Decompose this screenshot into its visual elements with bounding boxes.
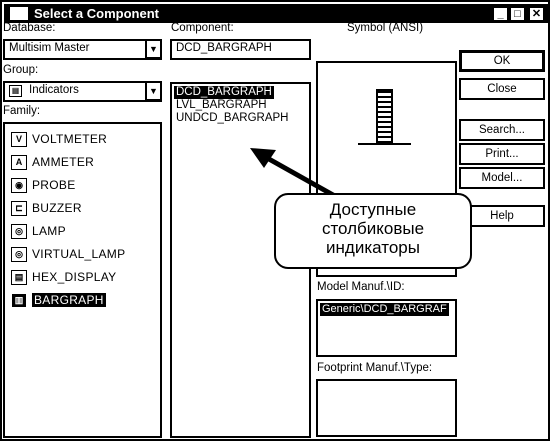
family-item-label: LAMP	[32, 224, 66, 238]
family-item-label: VIRTUAL_LAMP	[32, 247, 126, 261]
model-list[interactable]: Generic\DCD_BARGRAF	[316, 299, 457, 357]
window-title: Select a Component	[34, 6, 159, 21]
bargraph-icon: ▥	[11, 293, 27, 308]
group-value: Indicators	[29, 84, 79, 96]
family-item-label: VOLTMETER	[32, 132, 108, 146]
component-label: Component:	[171, 22, 234, 34]
hex-display-icon: ▤	[11, 270, 27, 285]
family-item-label: HEX_DISPLAY	[32, 270, 117, 284]
callout-line: индикаторы	[326, 238, 420, 257]
buzzer-icon: ⊏	[11, 201, 27, 216]
family-item-label: AMMETER	[32, 155, 95, 169]
family-item-bargraph[interactable]: ▥ BARGRAPH	[9, 291, 159, 313]
database-select[interactable]: Multisim Master ▼	[3, 39, 162, 60]
close-button[interactable]: Close	[459, 78, 545, 100]
maximize-button[interactable]: □	[510, 7, 525, 21]
family-item-label: PROBE	[32, 178, 76, 192]
family-item-probe[interactable]: ◉ PROBE	[9, 176, 159, 198]
component-search-input[interactable]: DCD_BARGRAPH	[170, 39, 311, 60]
database-label: Database:	[3, 22, 56, 34]
footprint-label: Footprint Manuf.\Type:	[317, 362, 433, 374]
symbol-pin-line	[358, 143, 411, 145]
group-label: Group:	[3, 64, 39, 76]
component-item[interactable]: UNDCD_BARGRAPH	[174, 112, 290, 125]
title-bar[interactable]: Select a Component _ □ ✕	[4, 4, 550, 23]
family-item-lamp[interactable]: ◎ LAMP	[9, 222, 159, 244]
search-button[interactable]: Search...	[459, 119, 545, 141]
annotation-callout: Доступные столбиковые индикаторы	[274, 193, 472, 269]
chevron-down-icon[interactable]: ▼	[145, 81, 162, 101]
component-item[interactable]: LVL_BARGRAPH	[174, 99, 269, 112]
model-label: Model Manuf.\ID:	[317, 281, 405, 293]
family-item-hex-display[interactable]: ▤ HEX_DISPLAY	[9, 268, 159, 290]
ammeter-icon: A	[11, 155, 27, 170]
family-item-label: BUZZER	[32, 201, 82, 215]
component-input-value: DCD_BARGRAPH	[176, 42, 272, 54]
callout-line: столбиковые	[321, 219, 425, 238]
voltmeter-icon: V	[11, 132, 27, 147]
component-item[interactable]: DCD_BARGRAPH	[174, 86, 274, 99]
ok-button[interactable]: OK	[459, 50, 545, 72]
family-item-buzzer[interactable]: ⊏ BUZZER	[9, 199, 159, 221]
virtual-lamp-icon: ◎	[11, 247, 27, 262]
model-button[interactable]: Model...	[459, 167, 545, 189]
family-item-voltmeter[interactable]: V VOLTMETER	[9, 130, 159, 152]
database-value: Multisim Master	[9, 42, 90, 54]
indicator-group-icon: ▦	[9, 85, 22, 97]
callout-line: Доступные	[329, 200, 417, 219]
model-item[interactable]: Generic\DCD_BARGRAF	[320, 303, 449, 316]
print-button[interactable]: Print...	[459, 143, 545, 165]
footprint-list[interactable]	[316, 379, 457, 437]
close-window-button[interactable]: ✕	[529, 7, 544, 21]
group-select[interactable]: ▦ Indicators ▼	[3, 81, 162, 102]
minimize-button[interactable]: _	[493, 7, 508, 21]
system-menu-icon[interactable]	[10, 7, 28, 20]
family-item-label: BARGRAPH	[32, 293, 106, 307]
chevron-down-icon[interactable]: ▼	[145, 39, 162, 59]
family-list[interactable]: V VOLTMETER A AMMETER ◉ PROBE ⊏ BUZZER ◎…	[3, 122, 162, 438]
select-component-dialog: Select a Component _ □ ✕ Database: Multi…	[0, 0, 550, 441]
symbol-label: Symbol (ANSI)	[347, 22, 424, 34]
lamp-icon: ◎	[11, 224, 27, 239]
family-item-ammeter[interactable]: A AMMETER	[9, 153, 159, 175]
family-label: Family:	[3, 105, 41, 117]
bargraph-symbol-icon	[376, 89, 393, 145]
family-item-virtual-lamp[interactable]: ◎ VIRTUAL_LAMP	[9, 245, 159, 267]
probe-icon: ◉	[11, 178, 27, 193]
